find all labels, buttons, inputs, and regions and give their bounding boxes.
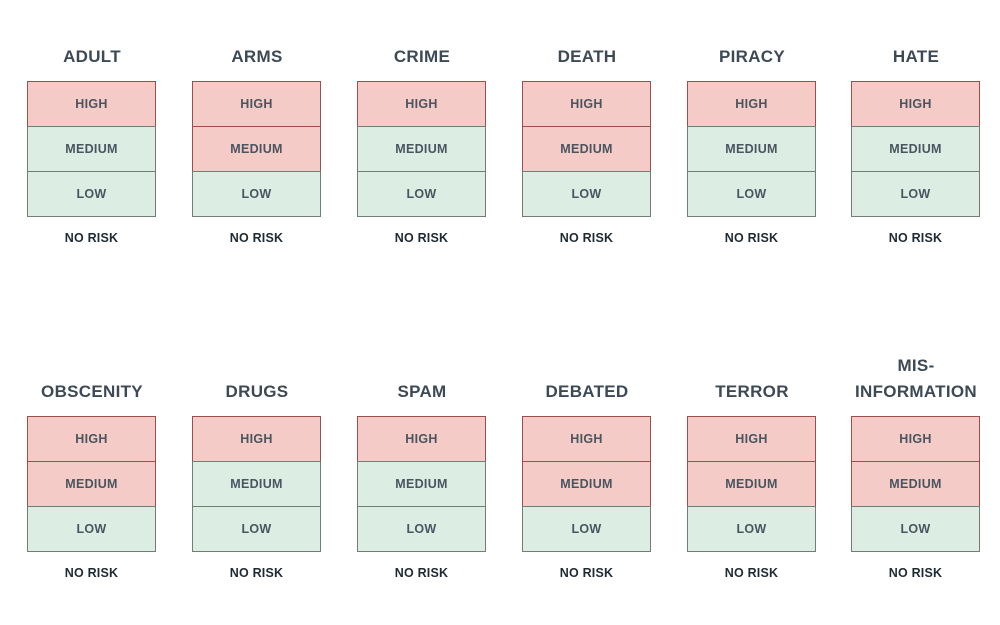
- no-risk-label: NO RISK: [394, 231, 449, 245]
- risk-level-low: LOW: [522, 506, 651, 552]
- risk-level-high: HIGH: [357, 416, 486, 462]
- risk-level-medium: MEDIUM: [357, 461, 486, 507]
- category-title: CRIME: [393, 47, 451, 66]
- risk-level-low: LOW: [851, 506, 980, 552]
- category-title: DEBATED: [545, 382, 629, 401]
- risk-level-box: HIGH MEDIUM LOW: [192, 81, 321, 217]
- risk-level-low: LOW: [687, 171, 816, 217]
- risk-level-box: HIGH MEDIUM LOW: [192, 416, 321, 552]
- risk-level-medium: MEDIUM: [357, 126, 486, 172]
- risk-level-box: HIGH MEDIUM LOW: [687, 81, 816, 217]
- risk-level-medium: MEDIUM: [522, 461, 651, 507]
- risk-level-low: LOW: [192, 506, 321, 552]
- no-risk-label: NO RISK: [394, 566, 449, 580]
- risk-level-low: LOW: [687, 506, 816, 552]
- risk-level-high: HIGH: [522, 416, 651, 462]
- risk-level-box: HIGH MEDIUM LOW: [522, 416, 651, 552]
- risk-level-medium: MEDIUM: [27, 126, 156, 172]
- no-risk-label: NO RISK: [724, 231, 779, 245]
- risk-level-box: HIGH MEDIUM LOW: [851, 416, 980, 552]
- risk-level-high: HIGH: [687, 416, 816, 462]
- risk-level-low: LOW: [192, 171, 321, 217]
- risk-level-box: HIGH MEDIUM LOW: [357, 81, 486, 217]
- risk-level-high: HIGH: [687, 81, 816, 127]
- risk-level-box: HIGH MEDIUM LOW: [851, 81, 980, 217]
- risk-level-medium: MEDIUM: [192, 461, 321, 507]
- risk-level-box: HIGH MEDIUM LOW: [27, 416, 156, 552]
- no-risk-label: NO RISK: [559, 231, 614, 245]
- risk-level-low: LOW: [27, 506, 156, 552]
- risk-level-low: LOW: [357, 171, 486, 217]
- no-risk-label: NO RISK: [724, 566, 779, 580]
- risk-level-low: LOW: [27, 171, 156, 217]
- category-title: TERROR: [715, 382, 789, 401]
- category-title: OBSCENITY: [41, 382, 143, 401]
- category-title: MIS- INFORMATION: [855, 356, 977, 401]
- risk-level-box: HIGH MEDIUM LOW: [687, 416, 816, 552]
- risk-level-medium: MEDIUM: [522, 126, 651, 172]
- no-risk-label: NO RISK: [229, 566, 284, 580]
- no-risk-label: NO RISK: [888, 566, 943, 580]
- risk-level-medium: MEDIUM: [27, 461, 156, 507]
- no-risk-label: NO RISK: [229, 231, 284, 245]
- risk-level-box: HIGH MEDIUM LOW: [357, 416, 486, 552]
- risk-level-high: HIGH: [357, 81, 486, 127]
- risk-level-high: HIGH: [851, 416, 980, 462]
- risk-level-medium: MEDIUM: [851, 461, 980, 507]
- risk-level-high: HIGH: [192, 416, 321, 462]
- risk-level-high: HIGH: [27, 81, 156, 127]
- no-risk-label: NO RISK: [64, 231, 119, 245]
- category-title: DRUGS: [225, 382, 289, 401]
- risk-level-low: LOW: [357, 506, 486, 552]
- category-title: PIRACY: [718, 47, 786, 66]
- risk-category-grid: ADULT HIGH MEDIUM LOW NO RISK ARMS HIGH MEDIUM L…: [0, 0, 1000, 625]
- category-title: HATE: [892, 47, 940, 66]
- no-risk-label: NO RISK: [64, 566, 119, 580]
- risk-level-medium: MEDIUM: [851, 126, 980, 172]
- category-title: SPAM: [397, 382, 447, 401]
- risk-level-low: LOW: [851, 171, 980, 217]
- risk-level-box: HIGH MEDIUM LOW: [522, 81, 651, 217]
- risk-level-high: HIGH: [192, 81, 321, 127]
- risk-level-medium: MEDIUM: [192, 126, 321, 172]
- no-risk-label: NO RISK: [559, 566, 614, 580]
- risk-level-high: HIGH: [851, 81, 980, 127]
- risk-level-high: HIGH: [27, 416, 156, 462]
- risk-level-box: HIGH MEDIUM LOW: [27, 81, 156, 217]
- category-title: DEATH: [557, 47, 617, 66]
- no-risk-label: NO RISK: [888, 231, 943, 245]
- category-title: ADULT: [63, 47, 121, 66]
- risk-level-high: HIGH: [522, 81, 651, 127]
- risk-level-medium: MEDIUM: [687, 126, 816, 172]
- risk-level-low: LOW: [522, 171, 651, 217]
- category-title: ARMS: [231, 47, 283, 66]
- risk-level-medium: MEDIUM: [687, 461, 816, 507]
